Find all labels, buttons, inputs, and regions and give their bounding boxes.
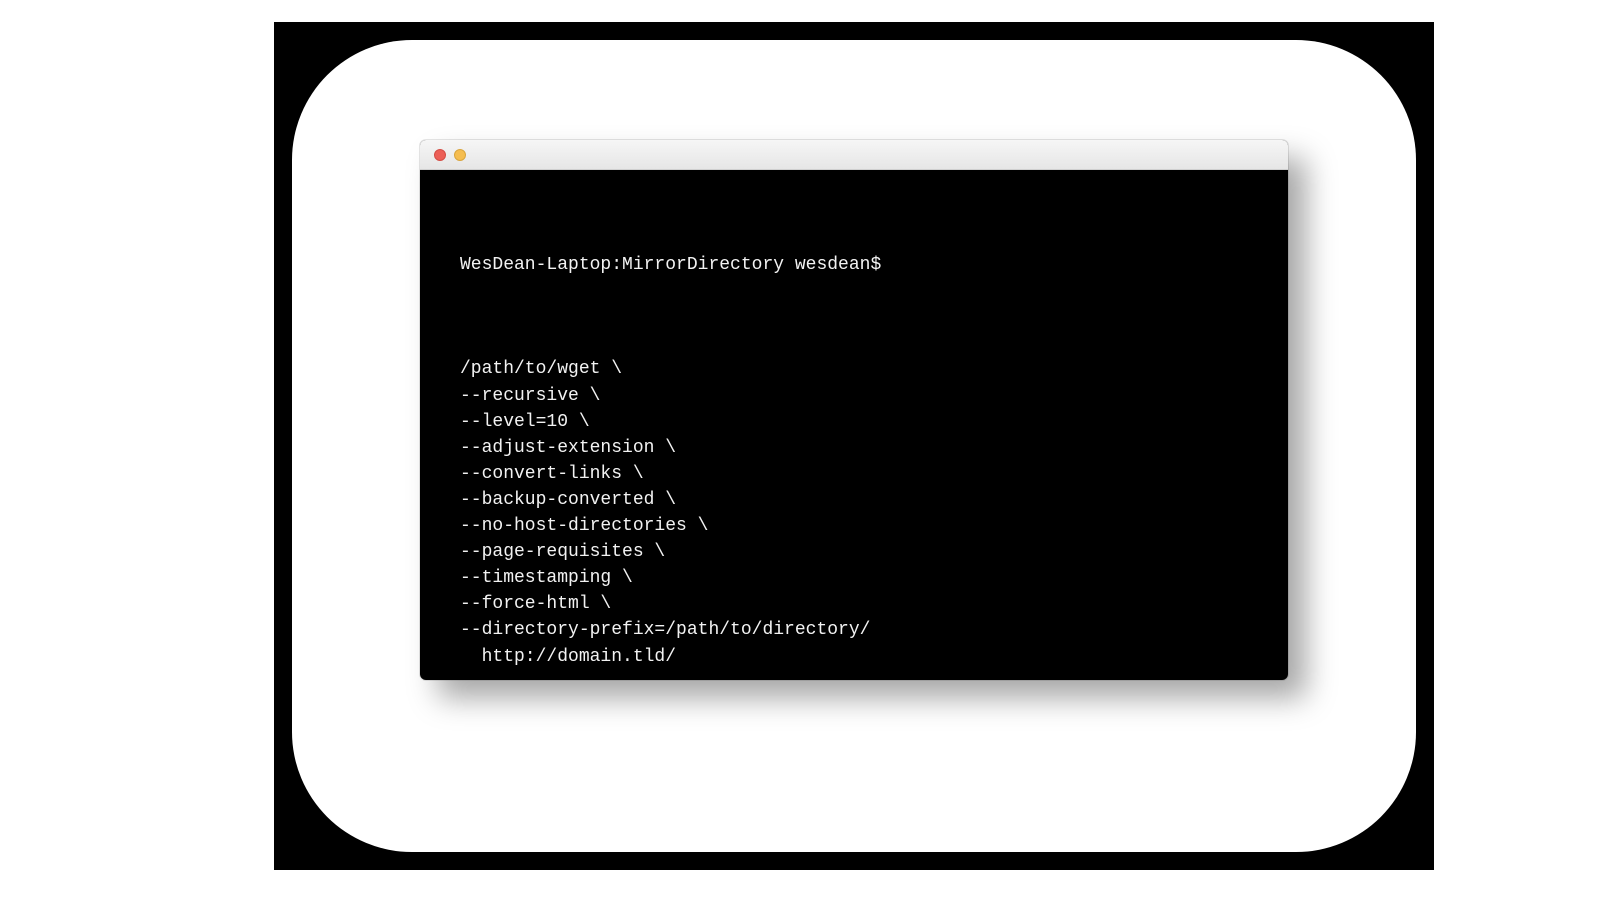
window-titlebar [420, 140, 1288, 170]
close-icon[interactable] [434, 149, 446, 161]
terminal-window: WesDean-Laptop:MirrorDirectory wesdean$ … [420, 140, 1288, 680]
cmd-line-8: --timestamping \ [460, 568, 633, 588]
cmd-line-7: --page-requisites \ [460, 542, 665, 562]
minimize-icon[interactable] [454, 149, 466, 161]
cmd-line-9: --force-html \ [460, 594, 611, 614]
cmd-line-2: --level=10 \ [460, 412, 590, 432]
cmd-line-10: --directory-prefix=/path/to/directory/ [460, 620, 870, 640]
cmd-line-11: http://domain.tld/ [460, 647, 676, 667]
cmd-line-6: --no-host-directories \ [460, 516, 708, 536]
cmd-line-4: --convert-links \ [460, 464, 644, 484]
cmd-line-1: --recursive \ [460, 386, 600, 406]
cmd-line-0: /path/to/wget \ [460, 359, 622, 379]
cmd-line-5: --backup-converted \ [460, 490, 676, 510]
shell-prompt: WesDean-Laptop:MirrorDirectory wesdean$ [460, 252, 1248, 278]
command-block: /path/to/wget \ --recursive \ --level=10… [460, 356, 1248, 669]
terminal-body[interactable]: WesDean-Laptop:MirrorDirectory wesdean$ … [420, 170, 1288, 680]
cmd-line-3: --adjust-extension \ [460, 438, 676, 458]
